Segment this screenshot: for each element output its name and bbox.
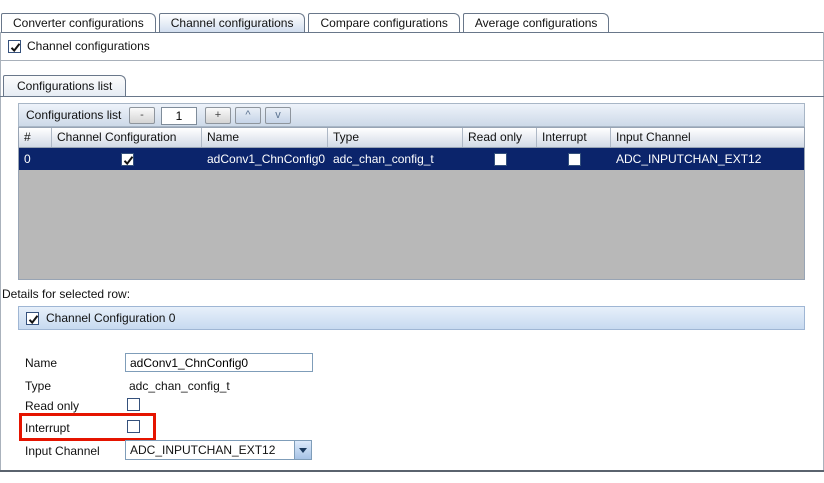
cell-name: adConv1_ChnConfig0 xyxy=(207,152,326,166)
column-header-interrupt[interactable]: Interrupt xyxy=(537,128,611,147)
subtab-folder-border xyxy=(0,96,824,97)
configurations-list-toolbar: Configurations list - + ^ v xyxy=(18,103,805,127)
chevron-down-icon xyxy=(299,447,307,453)
cell-interrupt xyxy=(537,152,611,166)
tab-label: Channel configurations xyxy=(170,16,294,30)
tab-bar: Converter configurations Channel configu… xyxy=(1,13,612,33)
tab-label: Compare configurations xyxy=(320,16,448,30)
read-only-checkbox[interactable] xyxy=(127,398,140,411)
row-interrupt-checkbox[interactable] xyxy=(567,152,581,166)
column-header-label: Type xyxy=(333,130,360,144)
row-count-input[interactable] xyxy=(161,107,197,125)
cell-index: 0 xyxy=(24,152,31,166)
input-channel-label: Input Channel xyxy=(25,444,100,458)
configurations-list-title: Configurations list xyxy=(26,108,122,122)
table-empty-area xyxy=(18,170,805,280)
column-header-label: Read only xyxy=(468,130,523,144)
interrupt-label: Interrupt xyxy=(25,421,70,435)
type-value: adc_chan_config_t xyxy=(129,379,230,393)
tab-label: Converter configurations xyxy=(13,16,144,30)
channel-configurations-label: Channel configurations xyxy=(27,39,150,53)
check-icon xyxy=(123,155,133,165)
column-header-label: Name xyxy=(207,130,240,144)
column-header-name[interactable]: Name xyxy=(202,128,328,147)
cell-channel-configuration xyxy=(52,152,202,166)
details-caption: Details for selected row: xyxy=(2,287,131,301)
tab-folder-border xyxy=(0,32,824,33)
configurations-table: # Channel Configuration Name Type Read o… xyxy=(18,127,805,280)
channel-configurations-toggle[interactable]: Channel configurations xyxy=(8,39,150,53)
column-header-type[interactable]: Type xyxy=(328,128,463,147)
details-group-header: Channel Configuration 0 xyxy=(18,306,805,330)
section-divider xyxy=(0,60,824,61)
read-only-label: Read only xyxy=(25,399,80,413)
interrupt-checkbox[interactable] xyxy=(127,420,140,433)
check-icon xyxy=(10,42,21,52)
app-window: Converter configurations Channel configu… xyxy=(0,0,824,483)
column-header-input-channel[interactable]: Input Channel xyxy=(611,128,804,147)
table-header-row: # Channel Configuration Name Type Read o… xyxy=(18,127,805,148)
table-row[interactable]: 0 adConv1_ChnConfig0 adc_chan_config_t A… xyxy=(18,148,805,170)
name-label: Name xyxy=(25,356,58,370)
remove-row-button[interactable]: - xyxy=(129,107,155,124)
column-header-channel-configuration[interactable]: Channel Configuration xyxy=(52,128,202,147)
column-header-index[interactable]: # xyxy=(19,128,52,147)
dropdown-button[interactable] xyxy=(294,441,311,459)
move-down-button[interactable]: v xyxy=(265,107,291,124)
tab-label: Average configurations xyxy=(474,16,598,30)
tab-channel-configurations[interactable]: Channel configurations xyxy=(158,13,306,33)
input-channel-value: ADC_INPUTCHAN_EXT12 xyxy=(130,443,276,457)
row-read-only-checkbox[interactable] xyxy=(493,152,507,166)
row-channel-configuration-checkbox[interactable] xyxy=(120,152,134,166)
tab-configurations-list[interactable]: Configurations list xyxy=(3,75,127,96)
tab-compare-configurations[interactable]: Compare configurations xyxy=(308,13,460,33)
bottom-separator xyxy=(0,470,824,472)
channel-configuration-0-checkbox[interactable] xyxy=(26,311,39,325)
cell-read-only xyxy=(463,152,537,166)
details-group-title: Channel Configuration 0 xyxy=(46,311,176,325)
add-row-button[interactable]: + xyxy=(205,107,231,124)
check-icon xyxy=(28,314,39,324)
cell-type: adc_chan_config_t xyxy=(333,152,434,166)
column-header-label: Input Channel xyxy=(616,130,691,144)
column-header-read-only[interactable]: Read only xyxy=(463,128,537,147)
channel-configurations-checkbox[interactable] xyxy=(8,39,21,53)
type-label: Type xyxy=(25,379,52,393)
move-up-button[interactable]: ^ xyxy=(235,107,261,124)
cell-input-channel: ADC_INPUTCHAN_EXT12 xyxy=(616,152,762,166)
column-header-label: Interrupt xyxy=(542,130,587,144)
name-input[interactable] xyxy=(125,353,313,372)
tab-average-configurations[interactable]: Average configurations xyxy=(462,13,610,33)
column-header-label: Channel Configuration xyxy=(57,130,177,144)
tab-label: Configurations list xyxy=(17,79,113,93)
tab-converter-configurations[interactable]: Converter configurations xyxy=(1,13,156,33)
column-header-label: # xyxy=(24,130,31,144)
input-channel-select[interactable]: ADC_INPUTCHAN_EXT12 xyxy=(125,440,312,460)
